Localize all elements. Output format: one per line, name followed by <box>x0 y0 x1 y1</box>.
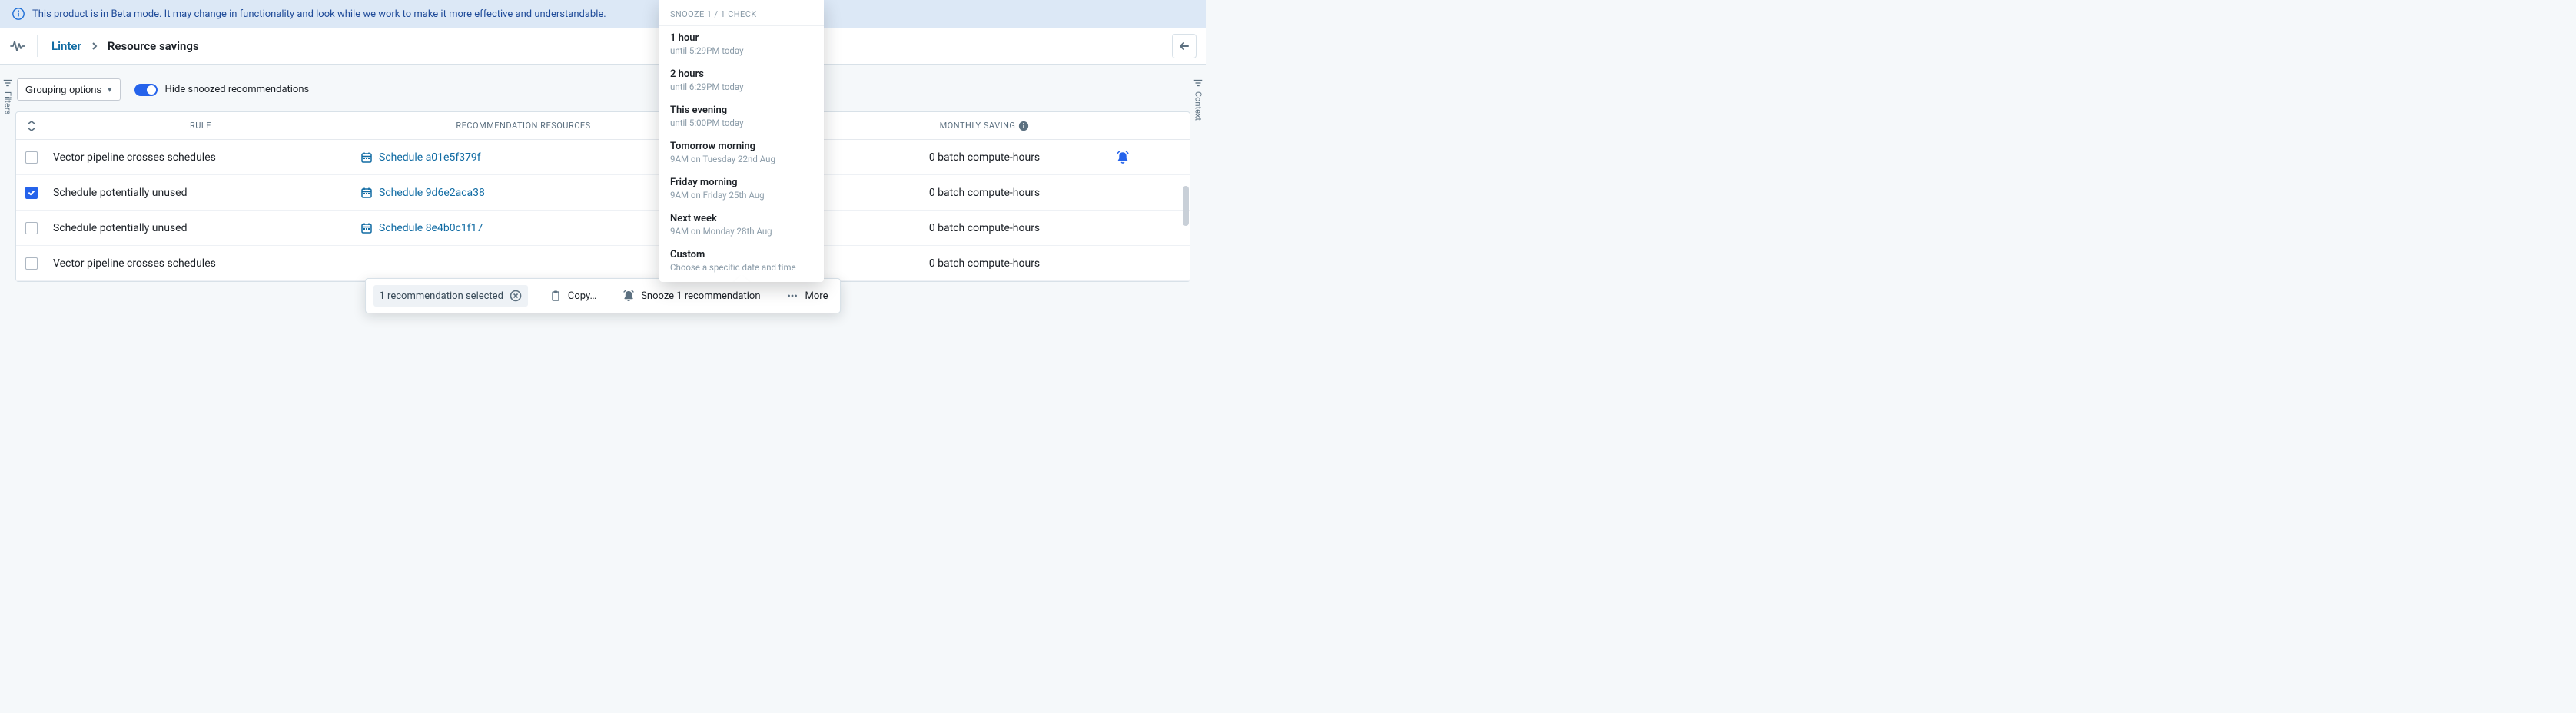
row-checkbox[interactable] <box>25 222 38 234</box>
saving-cell: 0 batch compute-hours <box>869 222 1100 234</box>
filters-side-tab[interactable]: Filters <box>0 78 15 114</box>
table-row: Vector pipeline crosses schedules Schedul… <box>16 140 1190 175</box>
more-icon <box>787 290 799 302</box>
snooze-icon <box>622 290 635 302</box>
clipboard-icon <box>549 290 562 302</box>
snooze-option-subtitle: until 5:29PM today <box>670 45 813 56</box>
saving-cell: 0 batch compute-hours <box>869 151 1100 164</box>
snooze-popover-header: SNOOZE 1 / 1 CHECK <box>659 0 824 26</box>
resource-link[interactable]: Schedule 8e4b0c1f17 <box>379 222 483 234</box>
clear-selection-icon[interactable] <box>510 290 522 302</box>
caret-down-icon: ▾ <box>108 85 112 95</box>
breadcrumb-current: Resource savings <box>108 39 199 53</box>
beta-banner: This product is in Beta mode. It may cha… <box>0 0 1206 28</box>
schedule-icon <box>360 151 373 164</box>
more-action[interactable]: More <box>782 287 833 305</box>
toolbar: Grouping options ▾ Hide snoozed recommen… <box>15 74 1190 111</box>
table-row: Vector pipeline crosses schedules 0 batch… <box>16 246 1190 281</box>
snooze-option-title: Tomorrow morning <box>670 141 813 152</box>
snooze-option-subtitle: until 5:00PM today <box>670 118 813 128</box>
resource-cell: Schedule 8e4b0c1f17 <box>354 222 692 234</box>
snooze-label: Snooze 1 recommendation <box>641 290 760 302</box>
scrollbar[interactable] <box>1183 140 1189 280</box>
chevron-right-icon <box>91 42 98 50</box>
row-snooze-icon[interactable] <box>1116 151 1130 164</box>
snooze-option-subtitle: Choose a specific date and time <box>670 262 813 273</box>
selection-count-text: 1 recommendation selected <box>380 290 503 302</box>
context-side-tab[interactable]: Context <box>1190 78 1206 121</box>
filters-side-tab-label: Filters <box>3 91 13 114</box>
selection-action-bar: 1 recommendation selected Copy… Snooze 1… <box>365 278 842 313</box>
saving-cell: 0 batch compute-hours <box>869 187 1100 199</box>
snooze-option-title: 2 hours <box>670 68 813 80</box>
back-button[interactable] <box>1172 34 1197 58</box>
hide-snoozed-toggle-wrap: Hide snoozed recommendations <box>134 84 310 96</box>
selection-count-chip: 1 recommendation selected <box>373 285 528 307</box>
snooze-option[interactable]: This evening until 5:00PM today <box>659 98 824 134</box>
info-icon <box>1018 121 1029 131</box>
snooze-option[interactable]: Friday morning 9AM on Friday 25th Aug <box>659 171 824 207</box>
copy-action[interactable]: Copy… <box>545 287 601 305</box>
hide-snoozed-toggle[interactable] <box>134 84 158 96</box>
resource-cell: Schedule a01e5f379f <box>354 151 692 164</box>
snooze-option-subtitle: until 6:29PM today <box>670 81 813 92</box>
rule-cell: Schedule potentially unused <box>47 222 354 234</box>
more-label: More <box>805 290 828 302</box>
snooze-option[interactable]: Tomorrow morning 9AM on Tuesday 22nd Aug <box>659 134 824 171</box>
breadcrumb: Linter Resource savings <box>44 39 199 53</box>
app-logo-icon <box>9 38 26 55</box>
row-checkbox[interactable] <box>25 257 38 270</box>
context-side-tab-label: Context <box>1193 91 1203 121</box>
snooze-option-subtitle: 9AM on Monday 28th Aug <box>670 226 813 237</box>
snooze-option[interactable]: 2 hoursuntil 6:29PM today <box>659 62 824 98</box>
table-row: Schedule potentially unused Schedule 9d6e… <box>16 175 1190 211</box>
grouping-options-button[interactable]: Grouping options ▾ <box>17 78 121 101</box>
beta-banner-text: This product is in Beta mode. It may cha… <box>32 8 606 20</box>
rule-cell: Vector pipeline crosses schedules <box>47 151 354 164</box>
rule-cell: Schedule potentially unused <box>47 187 354 199</box>
saving-cell: 0 batch compute-hours <box>869 257 1100 270</box>
row-checkbox[interactable] <box>25 151 38 164</box>
snooze-option-subtitle: 9AM on Tuesday 22nd Aug <box>670 154 813 164</box>
copy-label: Copy… <box>568 290 596 302</box>
snooze-option[interactable]: Custom Choose a specific date and time <box>659 243 824 279</box>
rule-cell: Vector pipeline crosses schedules <box>47 257 354 270</box>
table-body: Vector pipeline crosses schedules Schedul… <box>16 140 1190 281</box>
table-header: RULE RECOMMENDATION RESOURCES ECTED MONT… <box>16 112 1190 140</box>
column-rule[interactable]: RULE <box>47 121 354 131</box>
breadcrumb-linter-link[interactable]: Linter <box>51 39 81 53</box>
main-panel: Grouping options ▾ Hide snoozed recommen… <box>15 65 1190 282</box>
snooze-option-title: Next week <box>670 213 813 224</box>
snooze-option[interactable]: Next week 9AM on Monday 28th Aug <box>659 207 824 243</box>
schedule-icon <box>360 222 373 234</box>
snooze-option-title: Custom <box>670 249 813 260</box>
grouping-options-label: Grouping options <box>25 84 101 95</box>
info-icon <box>12 8 25 20</box>
schedule-icon <box>360 187 373 199</box>
snooze-option[interactable]: 1 houruntil 5:29PM today <box>659 26 824 62</box>
snooze-popover: SNOOZE 1 / 1 CHECK 1 houruntil 5:29PM to… <box>659 0 824 282</box>
scrollbar-thumb[interactable] <box>1183 186 1189 226</box>
snooze-option-subtitle: 9AM on Friday 25th Aug <box>670 190 813 201</box>
collapse-all-icon[interactable] <box>24 118 39 134</box>
row-checkbox[interactable] <box>25 187 38 199</box>
hide-snoozed-label: Hide snoozed recommendations <box>165 84 310 95</box>
resource-link[interactable]: Schedule a01e5f379f <box>379 151 481 164</box>
column-saving[interactable]: MONTHLY SAVING <box>869 121 1100 131</box>
divider <box>37 35 38 57</box>
snooze-option-title: Friday morning <box>670 177 813 188</box>
table-row: Schedule potentially unused Schedule 8e4b… <box>16 211 1190 246</box>
snooze-option-title: 1 hour <box>670 32 813 44</box>
recommendations-table: RULE RECOMMENDATION RESOURCES ECTED MONT… <box>15 111 1190 282</box>
resource-link[interactable]: Schedule 9d6e2aca38 <box>379 187 485 199</box>
column-resources[interactable]: RECOMMENDATION RESOURCES <box>354 121 692 131</box>
snooze-option-title: This evening <box>670 104 813 116</box>
resource-cell: Schedule 9d6e2aca38 <box>354 187 692 199</box>
header-bar: Linter Resource savings <box>0 28 1206 65</box>
snooze-action[interactable]: Snooze 1 recommendation <box>618 287 765 305</box>
